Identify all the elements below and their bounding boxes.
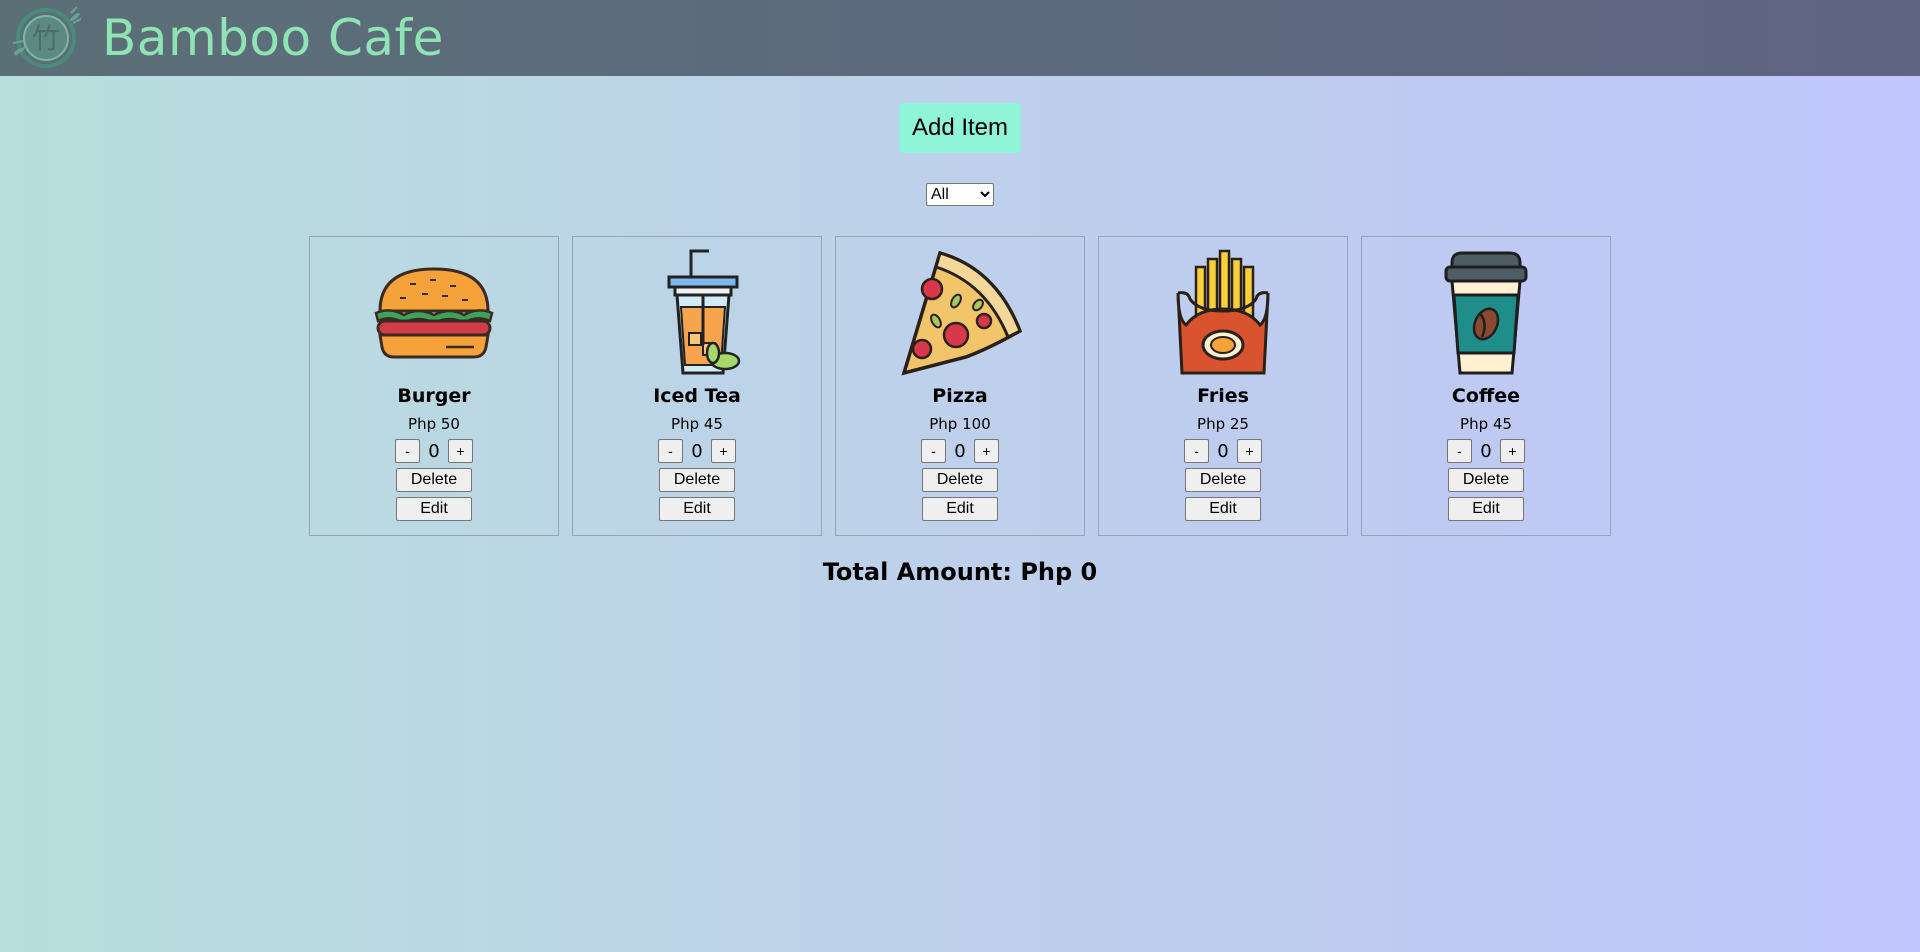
app-header: 竹 Bamboo Cafe [0,0,1920,76]
edit-button[interactable]: Edit [396,497,472,521]
pizza-icon [895,249,1025,377]
total-amount: Total Amount: Php 0 [822,558,1098,586]
item-price: Php 50 [408,415,460,433]
add-item-button[interactable]: Add Item [898,103,1022,153]
item-name: Pizza [932,385,988,407]
iced-tea-icon [632,249,762,377]
menu-item-card: Fries Php 25 - 0 + Delete Edit [1098,236,1348,536]
increase-quantity-button[interactable]: + [1500,439,1525,463]
coffee-icon [1421,249,1551,377]
decrease-quantity-button[interactable]: - [921,439,946,463]
quantity-stepper: - 0 + [1184,439,1262,463]
menu-item-card: Pizza Php 100 - 0 + Delete Edit [835,236,1085,536]
quantity-value: 0 [691,440,703,462]
quantity-value: 0 [1217,440,1229,462]
increase-quantity-button[interactable]: + [974,439,999,463]
item-name: Burger [397,385,471,407]
decrease-quantity-button[interactable]: - [1447,439,1472,463]
menu-item-card: Iced Tea Php 45 - 0 + Delete Edit [572,236,822,536]
edit-button[interactable]: Edit [1185,497,1261,521]
svg-text:竹: 竹 [32,22,60,55]
app-title: Bamboo Cafe [102,9,444,67]
delete-button[interactable]: Delete [1185,468,1261,492]
quantity-stepper: - 0 + [1447,439,1525,463]
increase-quantity-button[interactable]: + [448,439,473,463]
menu-item-card: Burger Php 50 - 0 + Delete Edit [309,236,559,536]
increase-quantity-button[interactable]: + [1237,439,1262,463]
bamboo-logo-icon: 竹 [4,0,88,76]
quantity-value: 0 [428,440,440,462]
item-name: Coffee [1451,385,1521,407]
delete-button[interactable]: Delete [659,468,735,492]
edit-button[interactable]: Edit [659,497,735,521]
item-price: Php 100 [929,415,991,433]
category-filter-select[interactable]: All [926,183,994,206]
item-price: Php 25 [1197,415,1249,433]
quantity-stepper: - 0 + [658,439,736,463]
decrease-quantity-button[interactable]: - [395,439,420,463]
delete-button[interactable]: Delete [1448,468,1524,492]
menu-item-card: Coffee Php 45 - 0 + Delete Edit [1361,236,1611,536]
quantity-value: 0 [1480,440,1492,462]
menu-items-grid: Burger Php 50 - 0 + Delete Edit Iced Tea… [0,236,1920,536]
quantity-value: 0 [954,440,966,462]
edit-button[interactable]: Edit [1448,497,1524,521]
item-price: Php 45 [1460,415,1512,433]
fries-icon [1158,249,1288,377]
decrease-quantity-button[interactable]: - [658,439,683,463]
quantity-stepper: - 0 + [395,439,473,463]
item-name: Iced Tea [653,385,741,407]
delete-button[interactable]: Delete [922,468,998,492]
item-name: Fries [1197,385,1249,407]
burger-icon [369,249,499,377]
item-price: Php 45 [671,415,723,433]
edit-button[interactable]: Edit [922,497,998,521]
delete-button[interactable]: Delete [396,468,472,492]
increase-quantity-button[interactable]: + [711,439,736,463]
decrease-quantity-button[interactable]: - [1184,439,1209,463]
quantity-stepper: - 0 + [921,439,999,463]
